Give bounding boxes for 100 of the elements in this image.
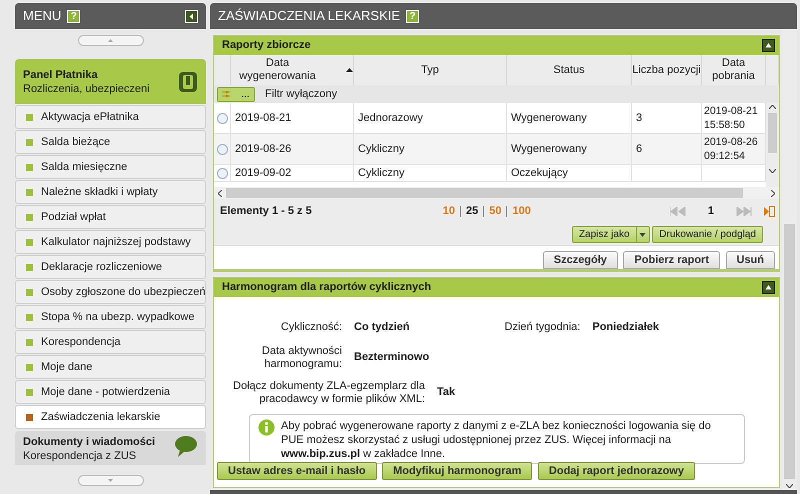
scroll-down-button[interactable] bbox=[78, 475, 144, 486]
section-header[interactable]: Panel Płatnika Rozliczenia, ubezpieczeni bbox=[15, 59, 206, 104]
menu-item[interactable]: Zaświadczenia lekarskie bbox=[15, 405, 206, 429]
meter-icon bbox=[178, 70, 198, 92]
schedule-button[interactable]: Ustaw adres e-mail i hasło bbox=[217, 462, 377, 480]
collapse-icon[interactable] bbox=[762, 281, 775, 294]
bullet-icon bbox=[26, 264, 33, 270]
info-text: Aby pobrać wygenerowane raporty z danymi z e-ZLA bez konieczności logowania się do PUE możesz skorzystać z usługi udostępnionej przez ZUS. Więcej informacji na www.bip.zus.pl w zakładce Inne. bbox=[281, 418, 712, 462]
menu-item[interactable]: Podział wpłat bbox=[15, 205, 206, 229]
menu-item[interactable]: Deklaracje rozliczeniowe bbox=[15, 255, 206, 279]
action-button[interactable]: Usuń bbox=[726, 251, 775, 269]
row-radio-button[interactable] bbox=[216, 112, 228, 124]
table-cell: Wygenerowany bbox=[507, 103, 632, 134]
table-cell: 2019-08-26 09:12:54 bbox=[702, 134, 766, 165]
action-button[interactable]: Pobierz raport bbox=[623, 251, 720, 269]
field-value: Tak bbox=[437, 385, 456, 400]
horizontal-scrollbar[interactable] bbox=[214, 187, 779, 199]
print-preview-button[interactable]: Drukowanie / podgląd bbox=[652, 226, 763, 242]
export-icon[interactable] bbox=[764, 206, 775, 216]
menu-item[interactable]: Moje dane - potwierdzenia bbox=[15, 380, 206, 404]
menu-item[interactable]: Salda miesięczne bbox=[15, 155, 206, 179]
scroll-down-icon[interactable] bbox=[786, 484, 793, 488]
bullet-icon bbox=[26, 364, 33, 370]
field-value: Poniedziałek bbox=[592, 320, 659, 335]
table-cell: Wygenerowany bbox=[507, 134, 632, 165]
menu-item[interactable]: Stopa % na ubezp. wypadkowe bbox=[15, 305, 206, 329]
field-value: Co tydzień bbox=[354, 320, 410, 335]
column-header[interactable]: Data wygenerowania bbox=[231, 55, 354, 85]
table-cell: 3 bbox=[632, 103, 702, 134]
table-cell: 2019-08-26 bbox=[231, 134, 354, 165]
bullet-icon bbox=[26, 314, 33, 320]
filter-status: Filtr wyłączony bbox=[265, 86, 338, 102]
column-header[interactable]: Data pobrania bbox=[702, 55, 766, 85]
table-cell: Cykliczny bbox=[354, 165, 507, 182]
scrollbar-thumb[interactable] bbox=[784, 224, 795, 479]
item-count: Elementy 1 - 5 z 5 bbox=[220, 204, 312, 219]
scroll-left-icon[interactable] bbox=[218, 190, 222, 196]
filter-button[interactable]: ... bbox=[217, 86, 255, 102]
section-title: Dokumenty i wiadomości bbox=[23, 435, 156, 449]
save-as-dropdown[interactable]: Zapisz jako bbox=[572, 226, 650, 242]
table-cell: 2019-08-21 bbox=[231, 103, 354, 134]
table-cell: Jednorazowy bbox=[354, 103, 507, 134]
panel-title: Raporty zbiorcze bbox=[222, 38, 311, 54]
collapse-icon[interactable] bbox=[762, 39, 775, 52]
next-last-icon[interactable] bbox=[736, 206, 752, 216]
field-label: Cykliczność: bbox=[280, 320, 342, 334]
column-header[interactable]: Status bbox=[507, 55, 632, 85]
page-title: ZAŚWIADCZENIA LEKARSKIE bbox=[218, 7, 400, 26]
action-button[interactable]: Szczegóły bbox=[542, 251, 618, 269]
table-cell: Cykliczny bbox=[354, 134, 507, 165]
menu-item[interactable]: Salda bieżące bbox=[15, 130, 206, 154]
bullet-icon bbox=[26, 388, 33, 396]
filter-arrows-icon bbox=[222, 90, 232, 98]
menu-item[interactable]: Należne składki i wpłaty bbox=[15, 180, 206, 204]
page-number: 1 bbox=[708, 204, 714, 219]
bullet-icon bbox=[26, 288, 33, 296]
field-label: Dzień tygodnia: bbox=[504, 320, 580, 334]
table-scrollbar[interactable] bbox=[766, 103, 779, 187]
menu-item[interactable]: Kalkulator najniższej podstawy bbox=[15, 230, 206, 254]
bullet-icon bbox=[26, 238, 33, 246]
info-link[interactable]: www.bip.zus.pl bbox=[281, 448, 360, 460]
table-cell: 2019-08-21 15:58:50 bbox=[702, 103, 766, 134]
bullet-icon bbox=[26, 414, 33, 420]
menu-item[interactable]: Osoby zgłoszone do ubezpieczeń bbox=[15, 280, 206, 304]
scroll-down-icon[interactable] bbox=[769, 169, 776, 173]
section-header[interactable]: Dokumenty i wiadomości Korespondencja z ZUS bbox=[15, 431, 206, 465]
bullet-icon bbox=[26, 214, 33, 220]
schedule-button[interactable]: Dodaj raport jednorazowy bbox=[538, 462, 695, 480]
scroll-right-icon[interactable] bbox=[771, 190, 775, 196]
row-radio-button[interactable] bbox=[216, 168, 228, 178]
row-radio-button[interactable] bbox=[216, 144, 228, 154]
scrollbar-thumb[interactable] bbox=[768, 113, 777, 153]
column-header[interactable]: Typ bbox=[354, 55, 507, 85]
sort-ascending-icon bbox=[346, 68, 353, 72]
bullet-icon bbox=[26, 338, 33, 346]
scrollbar-thumb[interactable] bbox=[226, 188, 743, 198]
field-label: Data aktywności harmonogramu: bbox=[260, 344, 342, 370]
speech-bubble-icon bbox=[174, 435, 198, 457]
section-subtitle: Rozliczenia, ubezpieczeni bbox=[23, 82, 150, 96]
schedule-button[interactable]: Modyfikuj harmonogram bbox=[382, 462, 532, 480]
menu-title: MENU bbox=[23, 7, 62, 26]
menu-item[interactable]: Aktywacja ePłatnika bbox=[15, 105, 206, 129]
down-arrow-icon bbox=[108, 479, 113, 482]
scroll-up-icon[interactable] bbox=[769, 105, 776, 109]
menu-item[interactable]: Korespondencja bbox=[15, 330, 206, 354]
field-value: Bezterminowo bbox=[354, 350, 430, 366]
panel-title: Harmonogram dla raportów cyklicznych bbox=[222, 280, 432, 296]
column-header[interactable]: Liczba pozycji bbox=[632, 55, 702, 85]
menu-item[interactable]: Moje dane bbox=[15, 355, 206, 379]
table-cell: 6 bbox=[632, 134, 702, 165]
bullet-icon bbox=[26, 164, 33, 170]
bullet-icon bbox=[26, 188, 33, 196]
first-previous-icon[interactable] bbox=[670, 206, 686, 216]
table-cell: 2019-09-02 bbox=[231, 165, 354, 182]
section-title: Panel Płatnika bbox=[23, 68, 99, 82]
page-size-link[interactable]: 25 bbox=[460, 206, 484, 216]
collapse-menu-icon[interactable] bbox=[185, 10, 198, 22]
scroll-up-button[interactable] bbox=[78, 35, 144, 46]
table-cell: Oczekujący bbox=[507, 165, 632, 182]
info-icon bbox=[258, 418, 275, 436]
